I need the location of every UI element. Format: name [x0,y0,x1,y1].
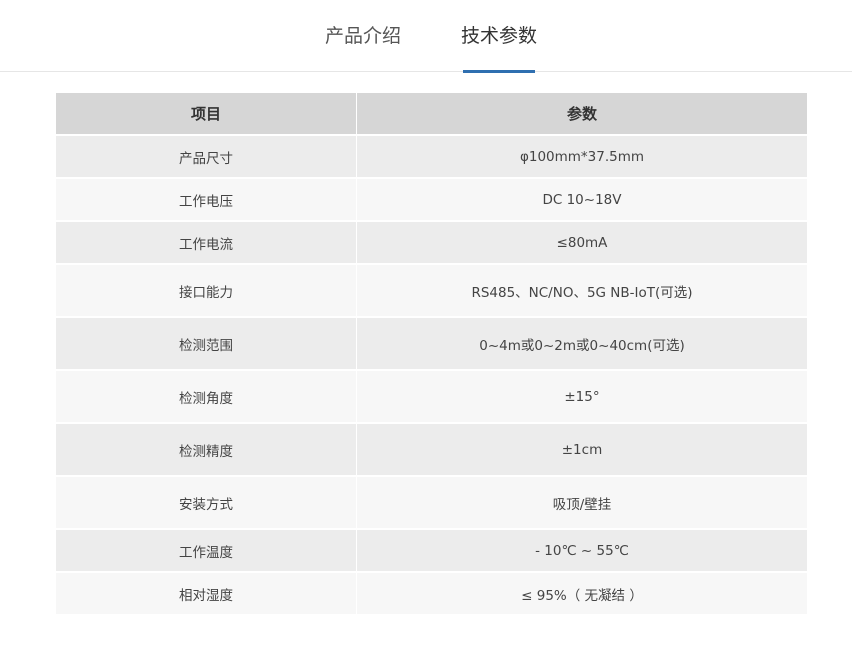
row-value: RS485、NC/NO、5G NB-IoT(可选) [356,264,807,318]
row-item: 检测范围 [56,317,357,371]
table-row: 检测范围 0~4m或0~2m或0~40cm(可选) [56,317,807,371]
tab-tech-specs[interactable]: 技术参数 [459,0,539,72]
table-header-row: 项目 参数 [56,93,807,136]
table-row: 接口能力 RS485、NC/NO、5G NB-IoT(可选) [56,264,807,318]
table-row: 安装方式 吸顶/壁挂 [56,476,807,530]
row-item: 接口能力 [56,264,357,318]
row-value: 0~4m或0~2m或0~40cm(可选) [356,317,807,371]
table-row: 工作电流 ≤80mA [56,221,807,265]
table-row: 工作温度 - 10℃ ~ 55℃ [56,529,807,573]
row-value: ≤ 95%（ 无凝结 ） [356,572,807,616]
row-item: 工作电压 [56,178,357,222]
row-value: DC 10~18V [356,178,807,222]
active-tab-indicator [463,70,535,73]
header-item: 项目 [56,93,357,136]
table-row: 工作电压 DC 10~18V [56,178,807,222]
row-value: ≤80mA [356,221,807,265]
row-value: φ100mm*37.5mm [356,135,807,179]
tab-bar: 产品介绍 技术参数 [0,0,852,73]
row-value: ±15° [356,370,807,424]
row-item: 检测角度 [56,370,357,424]
table-row: 检测精度 ±1cm [56,423,807,477]
page: 产品介绍 技术参数 项目 参数 产品尺寸 φ100mm*37.5mm 工作电压 … [0,0,852,654]
table-row: 产品尺寸 φ100mm*37.5mm [56,135,807,179]
row-item: 相对湿度 [56,572,357,616]
row-value: - 10℃ ~ 55℃ [356,529,807,573]
row-item: 工作温度 [56,529,357,573]
table-row: 检测角度 ±15° [56,370,807,424]
table-row: 相对湿度 ≤ 95%（ 无凝结 ） [56,572,807,616]
row-value: ±1cm [356,423,807,477]
spec-table: 项目 参数 产品尺寸 φ100mm*37.5mm 工作电压 DC 10~18V … [56,93,807,616]
row-item: 检测精度 [56,423,357,477]
tab-product-intro[interactable]: 产品介绍 [322,0,404,72]
row-item: 产品尺寸 [56,135,357,179]
header-value: 参数 [356,93,807,136]
row-value: 吸顶/壁挂 [356,476,807,530]
row-item: 安装方式 [56,476,357,530]
row-item: 工作电流 [56,221,357,265]
